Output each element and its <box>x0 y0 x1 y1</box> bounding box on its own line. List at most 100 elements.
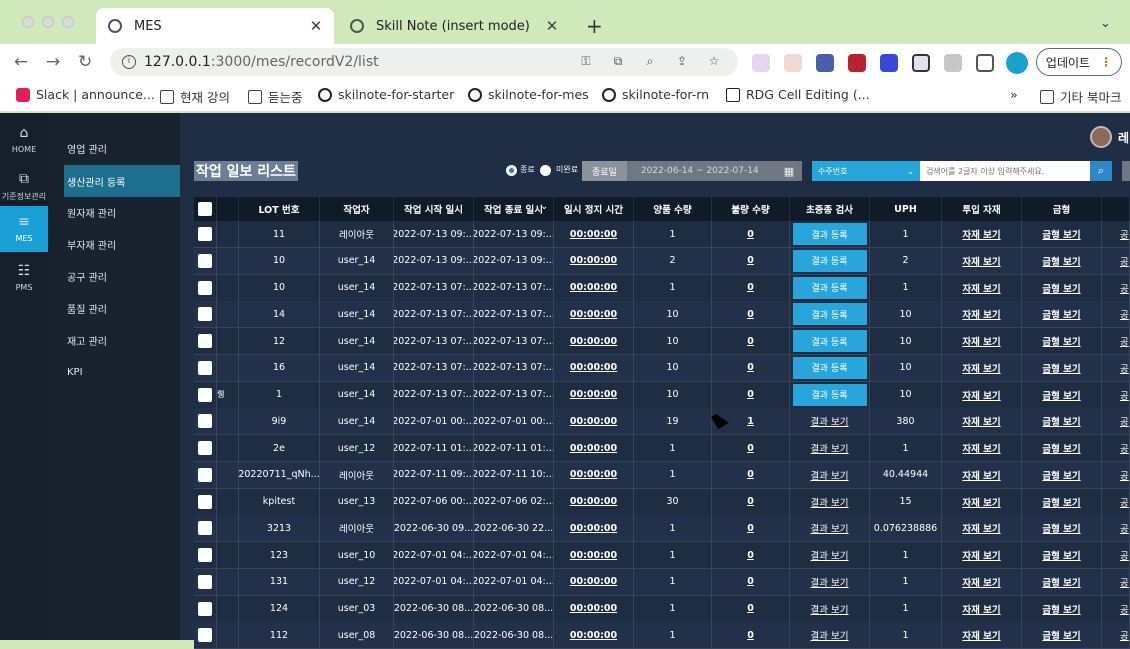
star-icon[interactable]: ☆ <box>706 54 722 70</box>
cell-pause[interactable]: 00:00:00 <box>554 381 634 408</box>
cell-mold[interactable]: 금형 보기 <box>1022 515 1102 542</box>
close-icon[interactable]: ✕ <box>306 17 326 35</box>
avatar[interactable] <box>1090 126 1112 148</box>
cell-bad[interactable]: 0 <box>712 328 790 354</box>
video-extension-icon[interactable] <box>880 54 898 72</box>
cell-pause[interactable]: 00:00:00 <box>554 301 634 328</box>
cell-pause[interactable]: 00:00:00 <box>554 515 634 542</box>
key-icon[interactable]: ⚿ <box>578 54 594 70</box>
profile-avatar[interactable] <box>1006 52 1028 74</box>
sort-chevron-icon[interactable]: ⌄ <box>540 201 548 212</box>
cell-mat[interactable]: 자재 보기 <box>942 274 1022 301</box>
cell-bad[interactable]: 0 <box>712 381 790 408</box>
cell-mat[interactable]: 자재 보기 <box>942 221 1022 247</box>
cell-mat[interactable]: 자재 보기 <box>942 622 1022 649</box>
view-result-link[interactable]: 결과 보기 <box>811 495 849 509</box>
cell-pause[interactable]: 00:00:00 <box>554 622 634 649</box>
sidebar-item-tool[interactable]: 공구 관리 <box>64 260 180 292</box>
row-checkbox[interactable] <box>198 441 212 455</box>
cell-bad[interactable]: 0 <box>712 461 790 488</box>
cell-mold[interactable]: 금형 보기 <box>1022 568 1102 595</box>
rail-item-pms[interactable]: ☷ PMS <box>0 261 48 301</box>
capture-extension-icon[interactable] <box>912 54 930 72</box>
cell-mold[interactable]: 금형 보기 <box>1022 328 1102 354</box>
cell-pause[interactable]: 00:00:00 <box>554 488 634 515</box>
action-button[interactable] <box>1122 161 1130 181</box>
cell-bad[interactable]: 0 <box>712 247 790 274</box>
window-minimize-dot[interactable] <box>42 16 54 28</box>
other-bookmarks[interactable]: 기타 북마크 <box>1040 87 1121 106</box>
cell-mold[interactable]: 금형 보기 <box>1022 542 1102 568</box>
cell-pause[interactable]: 00:00:00 <box>554 568 634 595</box>
window-close-dot[interactable] <box>22 16 34 28</box>
close-icon[interactable]: ✕ <box>542 17 562 35</box>
cell-bad[interactable]: 0 <box>712 568 790 595</box>
sidebar-item-sales[interactable]: 영업 관리 <box>64 132 180 164</box>
cell-mat[interactable]: 자재 보기 <box>942 515 1022 542</box>
row-checkbox[interactable] <box>198 601 212 616</box>
extension-icon[interactable] <box>752 54 770 72</box>
cell-mat[interactable]: 자재 보기 <box>942 595 1022 622</box>
date-mode-select[interactable]: 종료일 <box>582 161 627 181</box>
row-checkbox[interactable] <box>198 521 212 536</box>
row-checkbox[interactable] <box>198 280 212 295</box>
share-icon[interactable]: ⇪ <box>674 54 690 70</box>
sidebar-item-kpi[interactable]: KPI <box>64 356 180 388</box>
back-icon[interactable]: ← <box>14 52 28 72</box>
cell-pause[interactable]: 00:00:00 <box>554 435 634 461</box>
cell-pause[interactable]: 00:00:00 <box>554 274 634 301</box>
cell-mat[interactable]: 자재 보기 <box>942 354 1022 381</box>
register-result-button[interactable]: 결과 등록 <box>792 249 867 272</box>
search-icon[interactable]: ⌕ <box>1090 161 1112 181</box>
view-result-link[interactable]: 결과 보기 <box>811 628 849 642</box>
cell-bad[interactable]: 0 <box>712 435 790 461</box>
extension-icon[interactable] <box>848 54 866 72</box>
cell-mat[interactable]: 자재 보기 <box>942 381 1022 408</box>
cell-mold[interactable]: 금형 보기 <box>1022 301 1102 328</box>
zoom-icon[interactable]: ⌕ <box>642 54 658 70</box>
row-checkbox[interactable] <box>198 334 212 348</box>
cell-pause[interactable]: 00:00:00 <box>554 328 634 354</box>
rail-item-home[interactable]: ⌂ HOME <box>0 123 48 163</box>
row-checkbox[interactable] <box>198 307 212 322</box>
view-result-link[interactable]: 결과 보기 <box>811 414 849 428</box>
cell-pause[interactable]: 00:00:00 <box>554 221 634 247</box>
row-checkbox[interactable] <box>198 574 212 589</box>
cell-mold[interactable]: 금형 보기 <box>1022 488 1102 515</box>
register-result-button[interactable]: 결과 등록 <box>792 383 867 406</box>
view-result-link[interactable]: 결과 보기 <box>811 575 849 589</box>
address-bar[interactable]: i 127.0.0.1:3000/mes/recordV2/list ⚿ ⧉ ⌕… <box>110 48 738 76</box>
row-checkbox[interactable] <box>198 253 212 268</box>
bookmark-item[interactable]: 현재 강의 <box>160 87 230 106</box>
rail-item-mes[interactable]: ≡ MES <box>0 206 48 252</box>
cell-pause[interactable]: 00:00:00 <box>554 354 634 381</box>
bookmark-item[interactable]: skilnote-for-mes <box>468 87 589 102</box>
cell-mold[interactable]: 금형 보기 <box>1022 247 1102 274</box>
cell-mold[interactable]: 금형 보기 <box>1022 221 1102 247</box>
tab-skill-note[interactable]: Skill Note (insert mode) ✕ <box>338 8 570 44</box>
bookmark-item[interactable]: Slack | announce... <box>16 87 155 102</box>
reload-icon[interactable]: ↻ <box>78 52 92 72</box>
cell-bad[interactable]: 0 <box>712 221 790 247</box>
register-result-button[interactable]: 결과 등록 <box>792 303 867 326</box>
puzzle-icon[interactable] <box>944 54 962 72</box>
forward-icon[interactable]: → <box>46 52 60 72</box>
register-result-button[interactable]: 결과 등록 <box>792 276 867 299</box>
cell-mold[interactable]: 금형 보기 <box>1022 461 1102 488</box>
row-checkbox[interactable] <box>198 360 212 375</box>
view-result-link[interactable]: 결과 보기 <box>811 548 849 562</box>
update-button[interactable]: 업데이트 ⋮ <box>1036 48 1122 76</box>
view-result-link[interactable]: 결과 보기 <box>811 441 849 455</box>
cell-mat[interactable]: 자재 보기 <box>942 568 1022 595</box>
cell-bad[interactable]: 0 <box>712 595 790 622</box>
tab-mes[interactable]: MES ✕ <box>96 8 334 44</box>
cell-mold[interactable]: 금형 보기 <box>1022 408 1102 435</box>
window-zoom-dot[interactable] <box>62 16 74 28</box>
sidebar-item-production[interactable]: 생산관리 등록 <box>64 165 180 197</box>
cell-mat[interactable]: 자재 보기 <box>942 301 1022 328</box>
cell-mat[interactable]: 자재 보기 <box>942 435 1022 461</box>
row-checkbox[interactable] <box>198 227 212 241</box>
cell-mat[interactable]: 자재 보기 <box>942 461 1022 488</box>
cell-bad[interactable]: 0 <box>712 354 790 381</box>
sidebar-item-sub-material[interactable]: 부자재 관리 <box>64 228 180 260</box>
